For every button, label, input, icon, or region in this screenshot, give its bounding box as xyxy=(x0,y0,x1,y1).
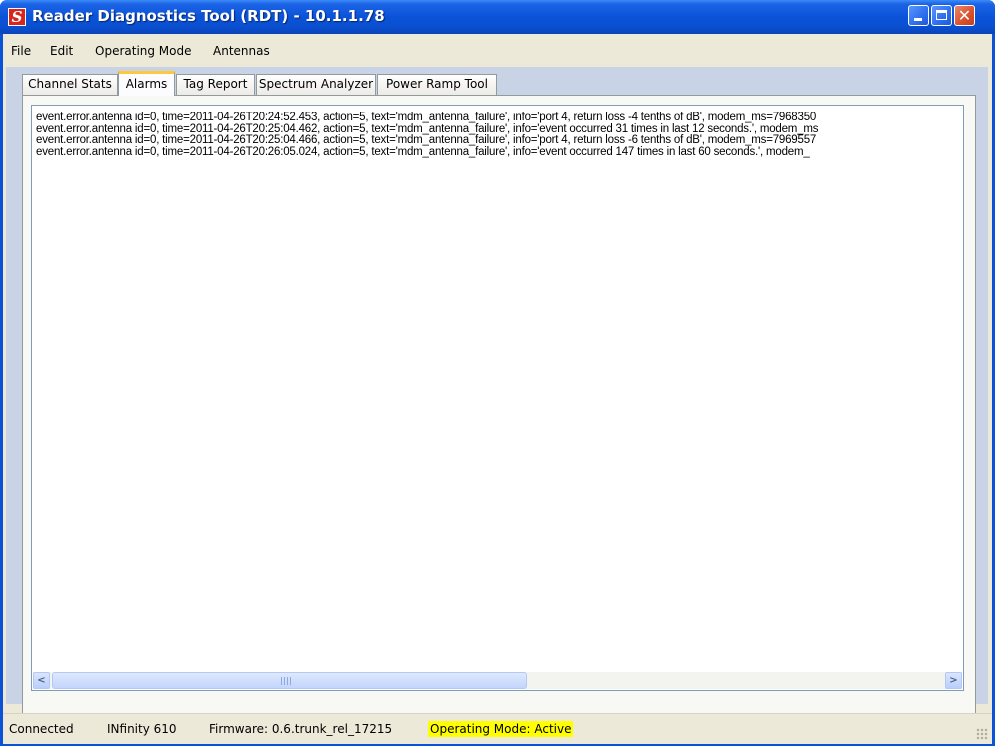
maximize-button[interactable] xyxy=(931,5,952,26)
chevron-right-icon: > xyxy=(949,675,958,686)
menu-bar: File Edit Operating Mode Antennas xyxy=(3,34,992,65)
client-area: File Edit Operating Mode Antennas Channe… xyxy=(3,34,992,744)
window-title: Reader Diagnostics Tool (RDT) - 10.1.1.7… xyxy=(32,7,385,25)
alarm-line[interactable]: event.error.antenna id=0, time=2011-04-2… xyxy=(36,112,960,124)
status-operating-mode: Operating Mode: Active xyxy=(428,721,574,737)
app-logo-icon[interactable]: S xyxy=(8,8,26,26)
close-icon: ✕ xyxy=(957,6,972,25)
tab-channel-stats[interactable]: Channel Stats xyxy=(22,74,118,95)
status-bar: Connected INfinity 610 Firmware: 0.6.tru… xyxy=(3,713,992,744)
title-bar[interactable]: S Reader Diagnostics Tool (RDT) - 10.1.1… xyxy=(0,0,995,34)
maximize-icon xyxy=(936,10,947,20)
status-connection: Connected xyxy=(9,722,74,736)
chevron-left-icon: < xyxy=(37,675,46,686)
tab-power-ramp-tool[interactable]: Power Ramp Tool xyxy=(377,74,497,95)
menu-operating-mode[interactable]: Operating Mode xyxy=(95,44,192,58)
scrollbar-thumb[interactable] xyxy=(52,672,527,689)
menu-edit[interactable]: Edit xyxy=(50,44,73,58)
menu-antennas[interactable]: Antennas xyxy=(213,44,270,58)
horizontal-scrollbar[interactable]: < > xyxy=(33,672,962,689)
status-device: INfinity 610 xyxy=(107,722,177,736)
minimize-button[interactable] xyxy=(908,5,929,26)
menu-file[interactable]: File xyxy=(11,44,31,58)
scroll-right-button[interactable]: > xyxy=(945,672,962,689)
tab-spectrum-analyzer[interactable]: Spectrum Analyzer xyxy=(256,74,376,95)
alarm-line[interactable]: event.error.antenna id=0, time=2011-04-2… xyxy=(36,134,960,147)
minimize-icon xyxy=(914,18,922,21)
scroll-left-button[interactable]: < xyxy=(33,672,50,689)
tab-alarms[interactable]: Alarms xyxy=(118,71,175,96)
alarms-log[interactable]: event.error.antenna id=0, time=2011-04-2… xyxy=(31,105,964,691)
grip-icon xyxy=(281,677,291,685)
alarms-log-lines: event.error.antenna id=0, time=2011-04-2… xyxy=(36,112,960,158)
app-window: S Reader Diagnostics Tool (RDT) - 10.1.1… xyxy=(0,0,995,746)
resize-grip-icon[interactable] xyxy=(976,728,988,740)
tab-tag-report[interactable]: Tag Report xyxy=(176,74,255,95)
status-firmware: Firmware: 0.6.trunk_rel_17215 xyxy=(209,722,393,736)
alarm-line[interactable]: event.error.antenna id=0, time=2011-04-2… xyxy=(36,146,960,159)
close-button[interactable]: ✕ xyxy=(954,5,975,26)
